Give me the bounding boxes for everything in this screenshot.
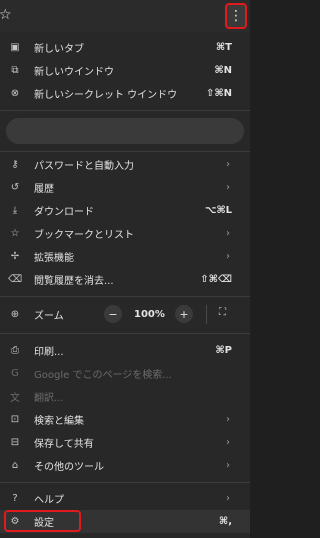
google-g-icon: G bbox=[11, 368, 19, 379]
translate-icon: 文 bbox=[10, 393, 20, 404]
chevron-right-icon: › bbox=[226, 228, 230, 239]
chevron-right-icon: › bbox=[226, 437, 230, 448]
menu-item-more-tools[interactable]: ⌂ その他のツール › bbox=[0, 454, 250, 477]
chevron-right-icon: › bbox=[226, 182, 230, 193]
menu-item-bookmarks[interactable]: ☆ ブックマークとリスト › bbox=[0, 222, 250, 245]
menu-item-google-search[interactable]: G Google でこのページを検索... bbox=[0, 362, 250, 385]
zoom-icon: ⊕ bbox=[10, 309, 20, 320]
menu-separator bbox=[0, 110, 250, 111]
menu-item-clear-data[interactable]: ⌫ 閲覧履歴を消去... ⇧⌘⌫ bbox=[0, 268, 250, 291]
zoom-in-button[interactable]: + bbox=[175, 305, 193, 323]
menu-item-help[interactable]: ? ヘルプ › bbox=[0, 487, 250, 510]
menu-item-print[interactable]: ⎙ 印刷... ⌘P bbox=[0, 339, 250, 362]
incognito-icon: ⊗ bbox=[10, 88, 20, 99]
menu-item-passwords[interactable]: ⚷ パスワードと自動入力 › bbox=[0, 153, 250, 176]
kebab-menu-icon: ⋮ bbox=[229, 8, 243, 24]
menu-separator bbox=[0, 333, 250, 334]
chevron-right-icon: › bbox=[226, 414, 230, 425]
toolbox-icon: ⌂ bbox=[11, 460, 19, 471]
printer-icon: ⎙ bbox=[11, 345, 19, 356]
menu-item-save-share[interactable]: ⊟ 保存して共有 › bbox=[0, 431, 250, 454]
profile-row[interactable] bbox=[6, 118, 244, 144]
star-icon: ☆ bbox=[10, 228, 20, 239]
chevron-right-icon: › bbox=[226, 460, 230, 471]
menu-item-extensions[interactable]: ✢ 拡張機能 › bbox=[0, 245, 250, 268]
menu-item-find-edit[interactable]: ⊡ 検索と編集 › bbox=[0, 408, 250, 431]
menu-item-new-incognito[interactable]: ⊗ 新しいシークレット ウインドウ ⇧⌘N bbox=[0, 82, 250, 105]
chevron-right-icon: › bbox=[226, 159, 230, 170]
chrome-main-menu: ▣ 新しいタブ ⌘T ⧉ 新しいウインドウ ⌘N ⊗ 新しいシークレット ウイン… bbox=[0, 32, 250, 538]
menu-item-zoom: ⊕ ズーム − 100% + ⛶ bbox=[0, 303, 250, 326]
menu-separator bbox=[0, 151, 250, 152]
zoom-level: 100% bbox=[134, 309, 165, 320]
help-icon: ? bbox=[12, 493, 18, 504]
menu-item-downloads[interactable]: ⤓ ダウンロード ⌥⌘L bbox=[0, 199, 250, 222]
download-icon: ⤓ bbox=[12, 205, 18, 216]
find-icon: ⊡ bbox=[10, 414, 20, 425]
trash-icon: ⌫ bbox=[8, 274, 23, 285]
chevron-right-icon: › bbox=[226, 251, 230, 262]
bookmark-star-icon[interactable]: ☆ bbox=[0, 7, 12, 23]
fullscreen-button[interactable]: ⛶ bbox=[219, 307, 226, 318]
browser-toolbar: ☆ ⋮ bbox=[0, 0, 250, 32]
zoom-divider bbox=[206, 305, 207, 324]
menu-item-new-tab[interactable]: ▣ 新しいタブ ⌘T bbox=[0, 36, 250, 59]
settings-highlight-box bbox=[4, 510, 81, 532]
menu-item-translate[interactable]: 文 翻訳... bbox=[0, 385, 250, 408]
menu-separator bbox=[0, 296, 250, 297]
new-window-icon: ⧉ bbox=[11, 65, 19, 76]
key-icon: ⚷ bbox=[11, 159, 19, 170]
history-icon: ↺ bbox=[10, 182, 20, 193]
puzzle-icon: ✢ bbox=[10, 251, 20, 262]
save-share-icon: ⊟ bbox=[10, 437, 20, 448]
menu-item-history[interactable]: ↺ 履歴 › bbox=[0, 176, 250, 199]
chrome-menu-button[interactable]: ⋮ bbox=[225, 3, 247, 29]
chevron-right-icon: › bbox=[226, 493, 230, 504]
menu-item-new-window[interactable]: ⧉ 新しいウインドウ ⌘N bbox=[0, 59, 250, 82]
zoom-out-button[interactable]: − bbox=[104, 305, 122, 323]
new-tab-icon: ▣ bbox=[10, 42, 20, 53]
menu-separator bbox=[0, 482, 250, 483]
